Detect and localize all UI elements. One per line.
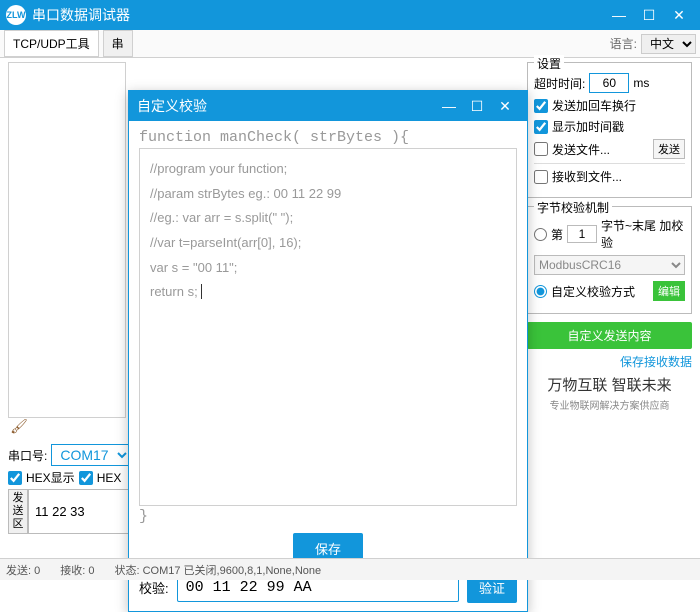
code-line: //param strBytes eg.: 00 11 22 99 (150, 182, 506, 207)
timeout-unit: ms (633, 76, 649, 90)
port-select[interactable]: COM17 (51, 444, 131, 466)
brush-icon[interactable]: 🖌 (8, 418, 30, 440)
dialog-maximize-button[interactable]: ☐ (463, 92, 491, 120)
settings-legend: 设置 (534, 55, 564, 72)
func-close: } (139, 508, 517, 525)
receive-area (8, 62, 126, 418)
dialog-title: 自定义校验 (137, 96, 435, 116)
custom-check-radio[interactable] (534, 285, 547, 298)
send-file-label: 发送文件... (552, 141, 610, 158)
maximize-button[interactable]: ☐ (634, 0, 664, 30)
show-timestamp-checkbox[interactable] (534, 120, 548, 134)
code-editor[interactable]: //program your function; //param strByte… (139, 148, 517, 506)
save-receive-link[interactable]: 保存接收数据 (527, 353, 692, 370)
send-file-checkbox[interactable] (534, 142, 548, 156)
verify-label: 校验: (139, 578, 169, 597)
slogan-small: 专业物联网解决方案供应商 (527, 397, 692, 412)
slogan: 万物互联 智联未来 专业物联网解决方案供应商 (527, 374, 692, 412)
tab-serial[interactable]: 串 (103, 30, 133, 57)
send-area-label: 发送区 (8, 489, 28, 534)
checksum-legend: 字节校验机制 (534, 199, 612, 216)
edit-button[interactable]: 编辑 (653, 281, 685, 301)
tab-tcpudp[interactable]: TCP/UDP工具 (4, 30, 99, 57)
send-file-button[interactable]: 发送 (653, 139, 685, 159)
dialog-titlebar: 自定义校验 — ☐ ✕ (129, 91, 527, 121)
custom-check-label: 自定义校验方式 (551, 283, 635, 300)
language-label: 语言: (610, 35, 637, 52)
minimize-button[interactable]: — (604, 0, 634, 30)
status-sent: 发送: 0 (6, 562, 40, 578)
main-area: 设置 超时时间: ms 发送加回车换行 显示加时间戳 发送文件... 发送 接收到… (0, 58, 700, 538)
slogan-big: 万物互联 智联未来 (527, 374, 692, 395)
dialog-body: function manCheck( strBytes ){ //program… (129, 121, 527, 611)
toolbar: TCP/UDP工具 串 语言: 中文 (0, 30, 700, 58)
status-recv: 接收: 0 (60, 562, 94, 578)
main-titlebar: ZLW 串口数据调试器 — ☐ ✕ (0, 0, 700, 30)
status-bar: 发送: 0 接收: 0 状态: COM17 已关闭,9600,8,1,None,… (0, 558, 700, 580)
bytepos-suffix: 字节~末尾 加校验 (601, 217, 685, 251)
settings-group: 设置 超时时间: ms 发送加回车换行 显示加时间戳 发送文件...发送 接收到… (527, 62, 692, 198)
send-crlf-label: 发送加回车换行 (552, 97, 636, 114)
close-button[interactable]: ✕ (664, 0, 694, 30)
dialog-minimize-button[interactable]: — (435, 92, 463, 120)
language-select[interactable]: 中文 (641, 34, 696, 54)
recv-file-checkbox[interactable] (534, 170, 548, 184)
hex-display-label: HEX显示 (26, 469, 75, 486)
recv-file-label: 接收到文件... (552, 168, 622, 185)
status-state: 状态: COM17 已关闭,9600,8,1,None,None (114, 562, 321, 578)
port-label: 串口号: (8, 447, 47, 464)
bytepos-radio[interactable] (534, 228, 547, 241)
bytepos-prefix: 第 (551, 226, 563, 243)
func-open: function manCheck( strBytes ){ (139, 129, 517, 146)
hex2-label: HEX (97, 471, 122, 485)
code-line: //var t=parseInt(arr[0], 16); (150, 231, 506, 256)
show-timestamp-label: 显示加时间戳 (552, 118, 624, 135)
window-title: 串口数据调试器 (32, 5, 604, 25)
timeout-label: 超时时间: (534, 75, 585, 92)
code-line: //eg.: var arr = s.split(" "); (150, 206, 506, 231)
code-line: var s = "00 11"; (150, 256, 506, 281)
right-panel: 设置 超时时间: ms 发送加回车换行 显示加时间戳 发送文件...发送 接收到… (527, 62, 692, 412)
hex-display-checkbox[interactable] (8, 471, 22, 485)
app-logo-icon: ZLW (6, 5, 26, 25)
code-line: //program your function; (150, 157, 506, 182)
custom-check-dialog: 自定义校验 — ☐ ✕ function manCheck( strBytes … (128, 90, 528, 612)
send-crlf-checkbox[interactable] (534, 99, 548, 113)
hex2-checkbox[interactable] (79, 471, 93, 485)
checksum-group: 字节校验机制 第 字节~末尾 加校验 ModbusCRC16 自定义校验方式 编… (527, 206, 692, 314)
custom-send-content-button[interactable]: 自定义发送内容 (527, 322, 692, 349)
crc-select[interactable]: ModbusCRC16 (534, 255, 685, 275)
code-line: return s; (150, 280, 506, 305)
dialog-close-button[interactable]: ✕ (491, 92, 519, 120)
bytepos-input[interactable] (567, 225, 597, 243)
timeout-input[interactable] (589, 73, 629, 93)
